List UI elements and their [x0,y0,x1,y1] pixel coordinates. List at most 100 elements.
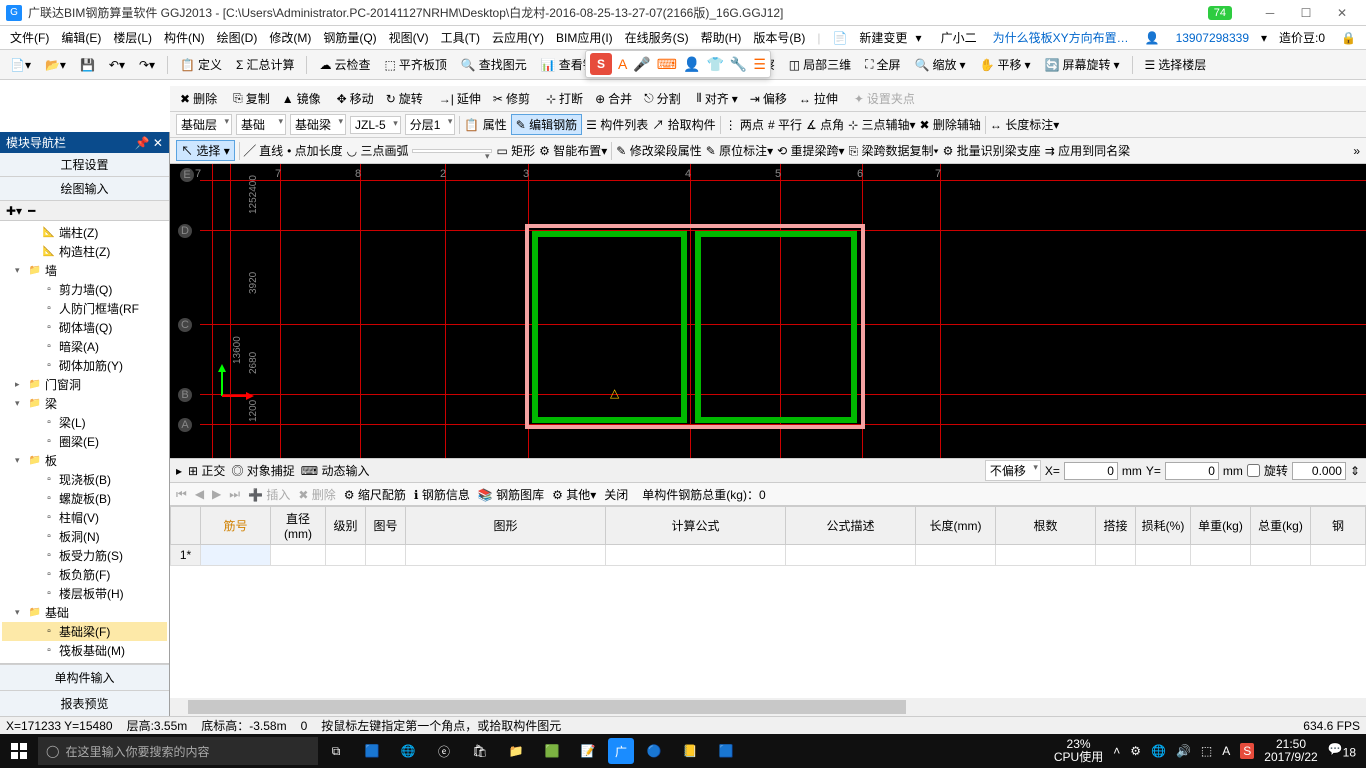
angle-button[interactable]: ∡ 点角 [806,116,844,133]
sidebar-tab-draw[interactable]: 绘图输入 [0,177,169,201]
lock-icon[interactable]: 🔒 [1337,29,1360,47]
col-header[interactable]: 公式描述 [786,507,916,545]
col-header[interactable]: 长度(mm) [916,507,996,545]
redo-icon[interactable]: ↷▾ [135,56,159,74]
task-icon[interactable]: 📝 [572,734,604,768]
orig-note-button[interactable]: ✎ 原位标注▾ [706,142,773,159]
attr-button[interactable]: 📋 属性 [464,116,506,133]
mirror-button[interactable]: ▲ 镜像 [278,88,325,109]
menu-member[interactable]: 构件(N) [160,27,209,48]
col-header[interactable]: 损耗(%) [1136,507,1191,545]
rebar-lib-button[interactable]: 📚 钢筋图库 [478,486,544,503]
tree-item[interactable]: ▫砌体墙(Q) [2,318,167,337]
scale-rebar-button[interactable]: ⚙ 缩尺配筋 [344,486,406,503]
beam-outline[interactable] [695,231,857,423]
tray-volume-icon[interactable]: 🔊 [1176,744,1191,758]
batch-recognize-button[interactable]: ⚙ 批量识别梁支座 [943,142,1041,159]
new-change-button[interactable]: 新建变更 [855,27,911,48]
offset-mode-dropdown[interactable]: 不偏移 [985,460,1041,481]
table-row[interactable]: 1* [171,545,1366,566]
ime-keyboard-icon[interactable]: ⌨ [657,56,677,73]
fullscreen-button[interactable]: ⛶ 全屏 [861,54,904,75]
x-input[interactable] [1064,462,1118,480]
tree-item[interactable]: ▫筏板基础(M) [2,641,167,660]
menu-draw[interactable]: 绘图(D) [213,27,262,48]
break-button[interactable]: ⊹ 打断 [542,88,587,109]
ime-skin-icon[interactable]: 👕 [706,56,723,73]
tray-icon[interactable]: ⚙ [1130,744,1141,758]
merge-button[interactable]: ⊕ 合并 [591,88,636,109]
arc-dropdown[interactable] [412,149,492,153]
col-header[interactable]: 图号 [366,507,406,545]
ime-user-icon[interactable]: 👤 [683,56,700,73]
clock-date[interactable]: 2017/9/22 [1264,751,1317,764]
trim-button[interactable]: ✂ 修剪 [489,88,534,109]
split-button[interactable]: ⎋ 分割 [640,88,685,109]
col-header[interactable]: 筋号 [201,507,271,545]
select-floor-button[interactable]: ☰ 选择楼层 [1141,54,1211,75]
copy-button[interactable]: ⎘ 复制 [229,88,274,109]
rect-tool[interactable]: ▭ 矩形 [496,142,535,159]
task-view-icon[interactable]: ⧉ [320,734,352,768]
col-header[interactable]: 钢 [1311,507,1366,545]
stretch-button[interactable]: ↔ 拉伸 [795,88,842,109]
line-tool[interactable]: ╱ 直线 [244,142,283,159]
tree-item[interactable]: ▫基础梁(F) [2,622,167,641]
ime-toolbar[interactable]: S A 🎤 ⌨ 👤 👕 🔧 ☰ [585,50,771,78]
sidebar-tab-report[interactable]: 报表预览 [0,690,169,716]
edit-rebar-button[interactable]: ✎ 编辑钢筋 [511,114,582,135]
sum-button[interactable]: Σ 汇总计算 [232,54,298,75]
notification-icon[interactable]: 💬18 [1328,742,1356,759]
save-icon[interactable]: 💾 [76,56,99,74]
menu-online[interactable]: 在线服务(S) [621,27,693,48]
start-button[interactable] [0,734,38,768]
snap-toggle[interactable]: ◎ 对象捕捉 [231,462,294,479]
tray-network-icon[interactable]: 🌐 [1151,744,1166,758]
dyn-input-toggle[interactable]: ⌨ 动态输入 [301,462,370,479]
rotate-input[interactable] [1292,462,1346,480]
align-top-button[interactable]: ⬚ 平齐板顶 [380,54,450,75]
parallel-button[interactable]: # 平行 [768,116,802,133]
expand-icon[interactable]: ▸ [176,464,182,478]
tree-item[interactable]: ▫板受力筋(S) [2,546,167,565]
tray-ime2-icon[interactable]: S [1240,743,1254,759]
rotate-checkbox[interactable] [1247,464,1260,477]
minus-icon[interactable]: ━ [28,204,35,218]
point-length-tool[interactable]: • 点加长度 [287,142,343,159]
tip-link[interactable]: 为什么筏板XY方向布置… [989,27,1133,48]
member-list-button[interactable]: ☰ 构件列表 [586,116,648,133]
realign-button[interactable]: ⟲ 重提梁跨▾ [777,142,844,159]
maximize-button[interactable]: ☐ [1288,3,1324,23]
menu-help[interactable]: 帮助(H) [697,27,746,48]
apply-same-button[interactable]: ⇉ 应用到同名梁 [1045,142,1130,159]
col-header[interactable]: 总重(kg) [1251,507,1311,545]
tree-item[interactable]: ▾📁梁 [2,394,167,413]
tree-item[interactable]: ▫剪力墙(Q) [2,280,167,299]
close-grid-button[interactable]: 关闭 [604,486,628,503]
dim-button[interactable]: ↔ 长度标注▾ [990,116,1059,133]
tree-item[interactable]: ▫梁(L) [2,413,167,432]
close-button[interactable]: ✕ [1324,3,1360,23]
ime-mode[interactable]: A [618,56,627,72]
undo-icon[interactable]: ↶▾ [105,56,129,74]
rebar-table[interactable]: 筋号 直径(mm) 级别 图号 图形 计算公式 公式描述 长度(mm) 根数 搭… [170,506,1366,698]
tray-icon[interactable]: ⬚ [1201,744,1212,758]
del-aux-button[interactable]: ✖ 删除辅轴 [920,116,981,133]
menu-cloud[interactable]: 云应用(Y) [488,27,548,48]
task-icon[interactable]: 🟦 [356,734,388,768]
ime-tool-icon[interactable]: 🔧 [730,56,747,73]
offset-button[interactable]: ⇥ 偏移 [746,88,791,109]
sidebar-tab-single[interactable]: 单构件输入 [0,664,169,690]
delete-button[interactable]: ✖ 删除 [176,88,221,109]
stepper-icon[interactable]: ⇕ [1350,464,1360,478]
smart-layout-button[interactable]: ⚙ 智能布置▾ [539,142,607,159]
other-button[interactable]: ⚙ 其他▾ [552,486,596,503]
task-icon[interactable]: 🟦 [710,734,742,768]
pin-icon[interactable]: 📌 ✕ [135,136,163,150]
zoom-button[interactable]: 🔍 缩放▾ [911,54,970,75]
taskbar-search[interactable]: ◯在这里输入你要搜索的内容 [38,737,318,765]
app-icon[interactable]: 广 [608,738,634,764]
tree-item[interactable]: ▫圈梁(E) [2,432,167,451]
col-header[interactable]: 根数 [996,507,1096,545]
member-tree[interactable]: 📐端柱(Z)📐构造柱(Z)▾📁墙▫剪力墙(Q)▫人防门框墙(RF▫砌体墙(Q)▫… [0,221,169,663]
